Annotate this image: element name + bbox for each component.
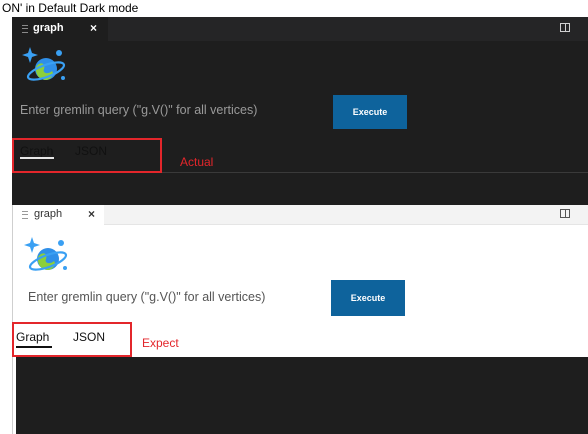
actual-annotation-label: Actual: [180, 155, 214, 169]
gremlin-query-input[interactable]: Enter gremlin query ("g.V()" for all ver…: [20, 103, 257, 117]
split-editor-icon[interactable]: [560, 209, 570, 218]
actual-highlight-box: [12, 138, 162, 173]
close-icon[interactable]: ×: [90, 21, 97, 35]
tab-title: graph: [33, 22, 64, 34]
tab-title: graph: [34, 208, 63, 220]
tab-menu-icon: [22, 25, 28, 33]
editor-tab-bar: graph ×: [12, 205, 588, 225]
close-icon[interactable]: ×: [88, 207, 95, 221]
graph-canvas: [12, 173, 588, 205]
execute-button[interactable]: Execute: [331, 280, 405, 316]
panel-border: [12, 205, 13, 434]
cosmos-db-planet-icon: [24, 237, 68, 271]
expected-graph-panel: graph × Enter gremlin query ("g.V()" for…: [12, 205, 588, 434]
expect-annotation-label: Expect: [142, 336, 179, 350]
editor-tab-bar: graph ×: [12, 17, 588, 41]
gremlin-query-input[interactable]: Enter gremlin query ("g.V()" for all ver…: [28, 290, 265, 304]
execute-button[interactable]: Execute: [333, 95, 407, 129]
graph-editor-tab[interactable]: graph ×: [12, 205, 104, 225]
cosmos-db-planet-icon: [22, 47, 66, 81]
graph-editor-tab[interactable]: graph ×: [12, 17, 108, 41]
split-editor-icon[interactable]: [560, 23, 570, 32]
caption-text: ON' in Default Dark mode: [2, 1, 139, 15]
graph-canvas: [16, 357, 588, 434]
expect-highlight-box: [12, 322, 132, 357]
tab-menu-icon: [22, 211, 28, 219]
actual-graph-panel: graph × Enter gremlin query ("g.V()" for…: [12, 17, 588, 205]
